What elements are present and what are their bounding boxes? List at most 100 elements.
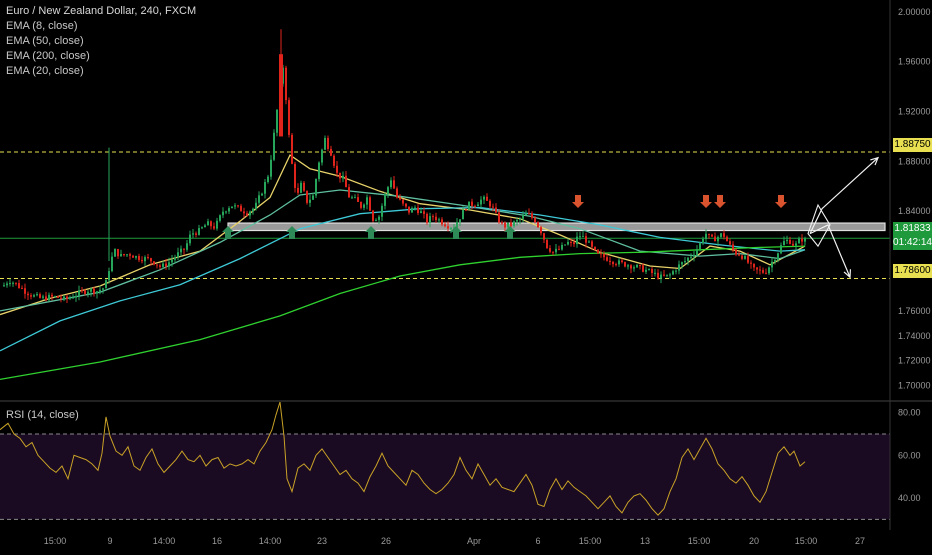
candle-body: [9, 282, 11, 284]
price-tick-label: 1.72000: [898, 356, 931, 366]
candle-body: [267, 176, 269, 182]
candle-body: [429, 216, 431, 223]
candle-body: [762, 270, 764, 273]
candle-body: [612, 261, 614, 265]
chart-area[interactable]: 2.00000 1.96000 1.92000 1.88000 1.84000 1.760…: [0, 0, 932, 550]
candle-body: [15, 282, 17, 284]
candle-body: [216, 220, 218, 229]
candle-body: [702, 239, 704, 244]
candle-body: [534, 217, 536, 223]
legend: Euro / New Zealand Dollar, 240, FXCM EMA…: [6, 4, 196, 79]
candle-body: [564, 244, 566, 246]
candle-body: [147, 257, 149, 259]
candle-body: [522, 215, 524, 219]
candle-body: [207, 221, 209, 226]
legend-ema200[interactable]: EMA (200, close): [6, 49, 196, 64]
candle-body: [321, 149, 323, 163]
lower-level-price-badge: 1.78600: [893, 264, 932, 278]
candle-body: [606, 257, 608, 261]
candle-body: [756, 267, 758, 270]
candle-body: [141, 260, 143, 262]
candle-body: [738, 254, 740, 256]
candle-body: [627, 265, 629, 267]
candle-body: [132, 255, 134, 258]
candle-body: [471, 201, 473, 206]
candle-body: [225, 211, 227, 213]
candle-body: [210, 221, 212, 227]
candle-body: [114, 249, 116, 257]
candle-body: [603, 253, 605, 258]
candle-body: [747, 256, 749, 263]
price-tick-label: 1.96000: [898, 57, 931, 67]
candle-body: [465, 209, 467, 211]
candle-body: [177, 252, 179, 258]
candle-body: [630, 265, 632, 269]
candle-body: [504, 222, 506, 228]
candle-body: [156, 264, 158, 266]
candle-body: [291, 134, 293, 164]
candle-body: [474, 205, 476, 207]
candle-body: [498, 212, 500, 223]
candle-body: [99, 289, 101, 292]
candle-body: [645, 269, 647, 272]
down-signal-arrow: [700, 195, 712, 208]
candle-body: [669, 274, 671, 276]
candle-body: [609, 260, 611, 262]
candle-body: [540, 227, 542, 234]
candle-body-spike: [279, 54, 283, 137]
candle-body: [477, 204, 479, 207]
candle-body: [495, 207, 497, 213]
time-tick-label: 23: [317, 536, 327, 546]
candle-body: [63, 296, 65, 299]
candle-body: [159, 265, 161, 267]
candle-body: [450, 228, 452, 230]
candle-body: [786, 239, 788, 242]
candle-body: [501, 222, 503, 224]
candle-body: [339, 172, 341, 179]
candle-body: [288, 100, 290, 135]
legend-ema50[interactable]: EMA (50, close): [6, 34, 196, 49]
candle-body: [123, 254, 125, 256]
candle-body: [183, 248, 185, 250]
candle-body: [399, 197, 401, 200]
time-tick-label: 15:00: [44, 536, 67, 546]
candle-body: [81, 290, 83, 292]
candle-body: [345, 175, 347, 188]
candle-body: [774, 259, 776, 262]
candle-body: [12, 282, 14, 284]
candle-body: [294, 163, 296, 188]
candle-body: [636, 264, 638, 268]
candle-body: [591, 241, 593, 247]
candle-body: [600, 253, 602, 255]
candle-body: [93, 288, 95, 294]
candle-body: [84, 290, 86, 294]
upper-level-price-badge: 1.88750: [893, 138, 932, 152]
candle-body: [582, 236, 584, 238]
candle-body: [642, 265, 644, 272]
candle-body: [252, 208, 254, 212]
candle-body: [264, 181, 266, 194]
candle-body: [351, 197, 353, 199]
candle-body: [18, 283, 20, 288]
time-tick-label: 15:00: [795, 536, 818, 546]
current-price-badge: 1.81833: [893, 222, 932, 236]
candle-body: [741, 255, 743, 259]
rsi-legend[interactable]: RSI (14, close): [6, 409, 79, 421]
candle-body: [360, 201, 362, 208]
candle-body: [516, 219, 518, 222]
candle-body: [489, 200, 491, 207]
candle-body: [411, 207, 413, 213]
candle-body: [333, 155, 335, 166]
candle-body: [60, 297, 62, 299]
candle-body: [480, 199, 482, 205]
legend-ema20[interactable]: EMA (20, close): [6, 64, 196, 79]
legend-ema8[interactable]: EMA (8, close): [6, 19, 196, 34]
candle-body: [111, 256, 113, 272]
candle-body: [72, 297, 74, 299]
candle-body: [312, 195, 314, 200]
candle-body: [615, 264, 617, 266]
candle-body: [750, 262, 752, 264]
candle-body: [792, 243, 794, 246]
candle-body: [324, 137, 326, 150]
candle-body: [468, 201, 470, 210]
